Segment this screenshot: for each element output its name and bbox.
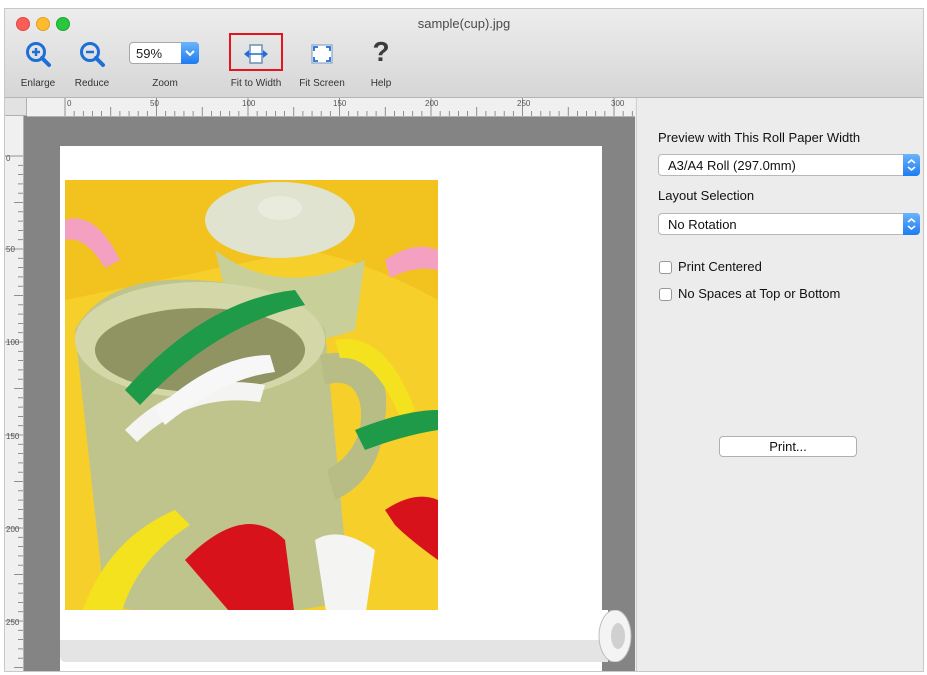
hruler-label-50: 50 <box>150 99 159 108</box>
fit-to-width-highlight <box>229 33 283 71</box>
zoom-out-icon <box>80 42 105 67</box>
hruler-label-300: 300 <box>611 99 625 108</box>
help-button[interactable]: ? Help <box>359 36 403 93</box>
ruler-corner <box>5 98 27 116</box>
window-title: sample(cup).jpg <box>417 16 511 31</box>
enlarge-label: Enlarge <box>20 78 56 89</box>
reduce-button[interactable]: Reduce <box>67 37 117 93</box>
preview-area[interactable]: 0 50 100 150 200 250 300 0 50 100 150 20… <box>5 98 635 671</box>
title-toolbar-bar: sample(cup).jpg Enlarge Reduce 59% Zoom … <box>5 9 923 98</box>
fit-screen-label: Fit Screen <box>299 78 345 89</box>
print-button[interactable]: Print... <box>719 436 857 457</box>
vruler-label-50: 50 <box>6 245 15 254</box>
vruler-label-0: 0 <box>6 154 11 163</box>
roll-width-label: Preview with This Roll Paper Width <box>658 130 861 145</box>
zoom-control: 59% Zoom <box>127 37 203 93</box>
fit-screen-button[interactable]: Fit Screen <box>293 37 351 93</box>
vertical-ruler-ticks <box>5 155 23 668</box>
chevron-down-icon <box>185 50 195 57</box>
zoom-select[interactable]: 59% <box>129 42 199 64</box>
hruler-label-250: 250 <box>517 99 531 108</box>
roll-width-select[interactable]: A3/A4 Roll (297.0mm) <box>658 154 920 176</box>
photo-image <box>65 180 438 618</box>
print-centered-label: Print Centered <box>678 259 762 274</box>
no-spaces-checkbox[interactable] <box>659 288 672 301</box>
roll-width-value: A3/A4 Roll (297.0mm) <box>668 158 796 173</box>
horizontal-ruler: 0 50 100 150 200 250 300 <box>27 98 635 117</box>
hruler-label-150: 150 <box>333 99 347 108</box>
app-window: sample(cup).jpg Enlarge Reduce 59% Zoom … <box>4 8 924 672</box>
zoom-value: 59% <box>136 46 163 61</box>
layout-selection-value: No Rotation <box>668 217 737 232</box>
hruler-label-0: 0 <box>67 99 72 108</box>
layout-selection-select[interactable]: No Rotation <box>658 213 920 235</box>
hruler-label-200: 200 <box>425 99 439 108</box>
chevron-updown-icon <box>907 158 916 172</box>
zoom-label: Zoom <box>152 78 178 89</box>
help-label: Help <box>370 78 392 89</box>
help-icon: ? <box>372 36 390 67</box>
zoom-in-icon <box>26 42 51 67</box>
paper-preview <box>60 146 602 671</box>
fit-to-width-label: Fit to Width <box>230 78 282 89</box>
reduce-label: Reduce <box>74 78 110 89</box>
fit-screen-icon <box>311 44 333 64</box>
horizontal-ruler-ticks <box>64 98 633 116</box>
enlarge-button[interactable]: Enlarge <box>13 37 63 93</box>
zoom-dropdown-button[interactable] <box>181 42 199 64</box>
vruler-label-200: 200 <box>6 525 20 534</box>
layout-selection-label: Layout Selection <box>658 188 755 203</box>
settings-panel: Preview with This Roll Paper Width A3/A4… <box>636 98 923 671</box>
roll-width-stepper[interactable] <box>903 154 920 176</box>
chevron-updown-icon <box>907 217 916 231</box>
hruler-label-100: 100 <box>242 99 256 108</box>
print-centered-checkbox[interactable] <box>659 261 672 274</box>
layout-selection-stepper[interactable] <box>903 213 920 235</box>
roll-paper-curl <box>60 610 632 662</box>
vruler-label-250: 250 <box>6 618 20 627</box>
vruler-label-100: 100 <box>6 338 20 347</box>
vruler-label-150: 150 <box>6 432 20 441</box>
no-spaces-label: No Spaces at Top or Bottom <box>678 286 841 301</box>
photo-preview <box>65 180 438 618</box>
vertical-ruler: 0 50 100 150 200 250 <box>5 116 24 671</box>
